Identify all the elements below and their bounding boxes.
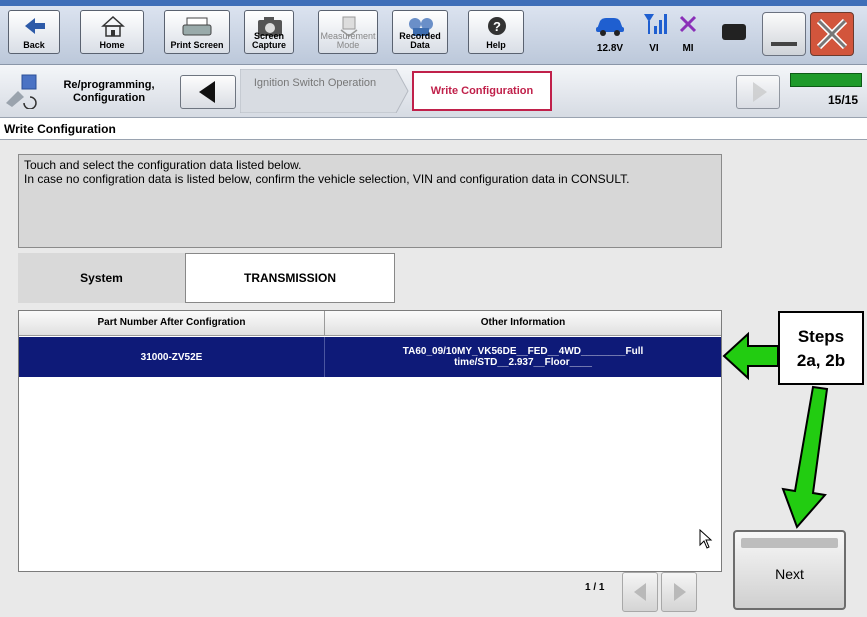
help-button[interactable]: ? Help bbox=[468, 10, 524, 54]
breadcrumb-step-reprogramming: Re/programming, Configuration bbox=[63, 79, 155, 104]
page-counter: 15/15 bbox=[827, 93, 858, 107]
breadcrumb-step-write-configuration: Write Configuration bbox=[412, 71, 552, 111]
car-icon bbox=[596, 18, 624, 36]
callout-line-2: 2a, 2b bbox=[796, 351, 846, 370]
home-button[interactable]: Home bbox=[80, 10, 144, 54]
cell-other-information: TA60_09/10MY_VK56DE__FED__4WD________Ful… bbox=[402, 346, 644, 368]
print-screen-button[interactable]: Print Screen bbox=[164, 10, 230, 54]
back-label: Back bbox=[23, 40, 45, 50]
next-button[interactable]: Next bbox=[733, 530, 846, 610]
home-label: Home bbox=[99, 40, 125, 50]
back-arrow-icon bbox=[25, 18, 45, 34]
mouse-cursor-icon bbox=[699, 529, 713, 549]
battery-voltage-status: 12.8V bbox=[590, 10, 630, 56]
back-nav-button[interactable] bbox=[180, 75, 236, 109]
mi-status: MI bbox=[668, 10, 708, 56]
recorded-data-label: Recorded Data bbox=[399, 31, 441, 50]
voltage-text: 12.8V bbox=[596, 43, 624, 54]
cell-part-number: 31000-ZV52E bbox=[19, 337, 325, 377]
minimize-icon bbox=[771, 42, 797, 46]
top-toolbar: Back Home Print Screen Screen Capture Me… bbox=[0, 0, 867, 65]
screen-capture-label: Screen Capture bbox=[251, 31, 286, 50]
back-button[interactable]: Back bbox=[8, 10, 60, 54]
printer-icon bbox=[182, 17, 212, 36]
triangle-left-icon bbox=[199, 81, 215, 103]
reprogramming-icon bbox=[6, 74, 37, 109]
next-page-button[interactable] bbox=[661, 572, 697, 612]
table-header: Part Number After Configration Other Inf… bbox=[19, 311, 721, 336]
instruction-text: Touch and select the configuration data … bbox=[24, 158, 630, 186]
forward-nav-button[interactable] bbox=[736, 75, 780, 109]
triangle-right-icon bbox=[753, 82, 767, 102]
breadcrumb-step-ignition-bg bbox=[240, 69, 409, 113]
steps-callout: Steps 2a, 2b bbox=[778, 311, 864, 385]
progress-bar bbox=[790, 73, 862, 87]
disconnected-x-icon bbox=[679, 15, 697, 33]
column-header-other-information: Other Information bbox=[480, 317, 566, 328]
breadcrumb-current-label: Write Configuration bbox=[430, 85, 534, 97]
system-label: System bbox=[18, 253, 185, 303]
green-left-arrow-icon bbox=[722, 331, 779, 381]
measurement-mode-label: Measurement Mode bbox=[320, 31, 376, 50]
page-title: Write Configuration bbox=[0, 118, 867, 140]
mi-label: MI bbox=[682, 43, 694, 54]
previous-page-button[interactable] bbox=[622, 572, 658, 612]
system-value: TRANSMISSION bbox=[185, 253, 395, 303]
close-button[interactable] bbox=[810, 12, 854, 56]
battery-icon bbox=[722, 24, 746, 40]
screen-capture-button[interactable]: Screen Capture bbox=[244, 10, 294, 54]
title-strip bbox=[0, 0, 867, 6]
print-screen-label: Print Screen bbox=[170, 40, 224, 50]
green-down-arrow-icon bbox=[781, 385, 829, 529]
page-indicator: 1 / 1 bbox=[585, 582, 605, 593]
breadcrumb-step-ignition: Ignition Switch Operation bbox=[253, 77, 377, 89]
home-icon bbox=[101, 15, 125, 37]
instruction-box: Touch and select the configuration data … bbox=[18, 154, 722, 248]
next-page-icon bbox=[674, 583, 686, 601]
previous-page-icon bbox=[634, 583, 646, 601]
help-icon: ? bbox=[488, 17, 506, 35]
column-header-part-number: Part Number After Configration bbox=[19, 311, 325, 335]
minimize-button[interactable] bbox=[762, 12, 806, 56]
measurement-mode-button[interactable]: Measurement Mode bbox=[318, 10, 378, 54]
help-label: Help bbox=[486, 40, 506, 50]
svg-text:?: ? bbox=[493, 19, 501, 34]
callout-line-1: Steps bbox=[797, 327, 845, 346]
recorded-data-button[interactable]: Recorded Data bbox=[392, 10, 448, 54]
signal-icon bbox=[644, 14, 667, 34]
breadcrumb: Re/programming, Configuration Ignition S… bbox=[0, 65, 867, 118]
table-row[interactable]: 31000-ZV52E TA60_09/10MY_VK56DE__FED__4W… bbox=[19, 337, 721, 377]
configuration-table: Part Number After Configration Other Inf… bbox=[18, 310, 722, 572]
close-icon bbox=[816, 18, 848, 50]
